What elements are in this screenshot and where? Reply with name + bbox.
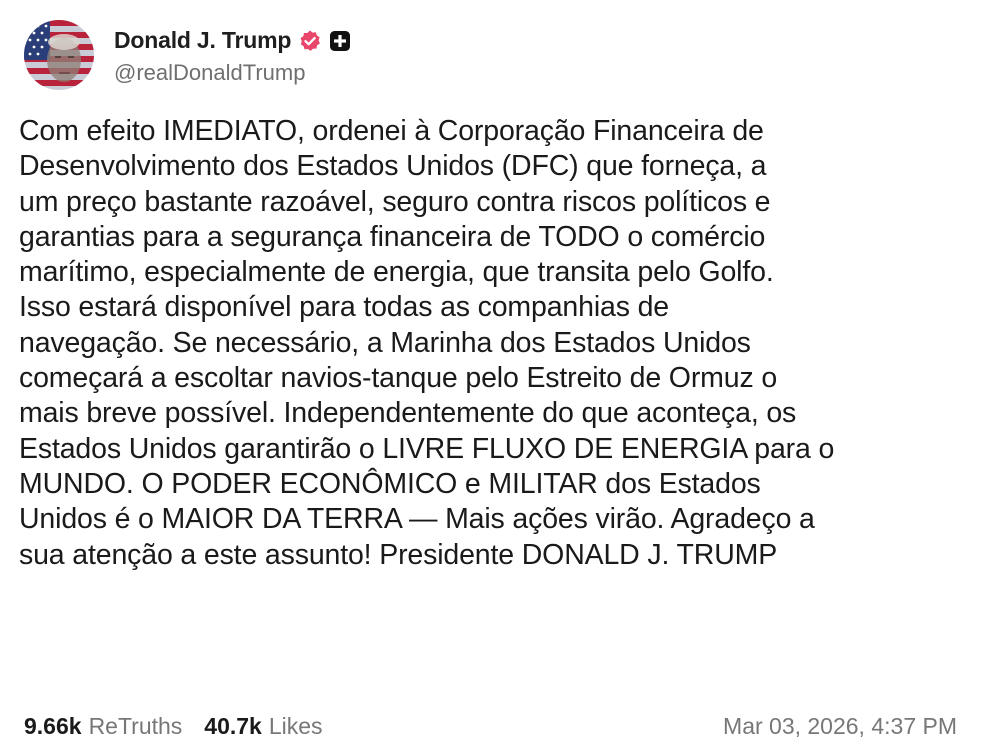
post-line: sua atenção a este assunto! Presidente D… <box>19 538 778 571</box>
post-line: marítimo, especialmente de energia, que … <box>19 256 774 289</box>
post-line: Estados Unidos garantirão o LIVRE FLUXO … <box>19 432 835 465</box>
retruths-stat[interactable]: 9.66k ReTruths <box>24 713 182 740</box>
likes-count: 40.7k <box>204 712 262 739</box>
post-line: começará a escoltar navios-tanque pelo E… <box>19 362 778 395</box>
post-line: Com efeito IMEDIATO, ordenei à Corporaçã… <box>19 115 764 147</box>
post-line: mais breve possível. Independentemente d… <box>19 397 797 430</box>
likes-label: Likes <box>268 712 323 739</box>
post-header: Donald J. Trump @realDonaldTrump <box>24 18 351 92</box>
author-display-name[interactable]: Donald J. Trump <box>114 27 291 54</box>
truth-post: Donald J. Trump @realDonaldTrump Com efe… <box>0 0 981 748</box>
post-line: navegação. Se necessário, a Marinha dos … <box>19 326 751 359</box>
post-content: Com efeito IMEDIATO, ordenei à Corporaçã… <box>19 114 949 573</box>
author-handle[interactable]: @realDonaldTrump <box>114 60 351 86</box>
post-line: garantias para a segurança financeira de… <box>19 220 766 253</box>
verified-badge-icon <box>298 29 322 53</box>
post-line: MUNDO. O PODER ECONÔMICO e MILITAR dos E… <box>19 467 761 500</box>
name-row: Donald J. Trump <box>114 25 351 57</box>
avatar-image <box>24 20 94 90</box>
retruths-count: 9.66k <box>24 712 82 739</box>
post-line: Desenvolvimento dos Estados Unidos (DFC)… <box>19 150 767 183</box>
post-line: Unidos é o MAIOR DA TERRA — Mais ações v… <box>19 503 815 536</box>
likes-stat[interactable]: 40.7k Likes <box>204 713 322 740</box>
post-line: Isso estará disponível para todas as com… <box>19 291 669 324</box>
post-timestamp[interactable]: Mar 03, 2026, 4:37 PM <box>723 713 957 740</box>
post-line: um preço bastante razoável, seguro contr… <box>19 185 771 218</box>
post-footer: 9.66k ReTruths 40.7k Likes Mar 03, 2026,… <box>24 708 957 744</box>
avatar[interactable] <box>24 20 94 90</box>
author-info: Donald J. Trump @realDonaldTrump <box>114 25 351 86</box>
plus-square-icon[interactable] <box>329 30 351 52</box>
retruths-label: ReTruths <box>88 712 183 739</box>
